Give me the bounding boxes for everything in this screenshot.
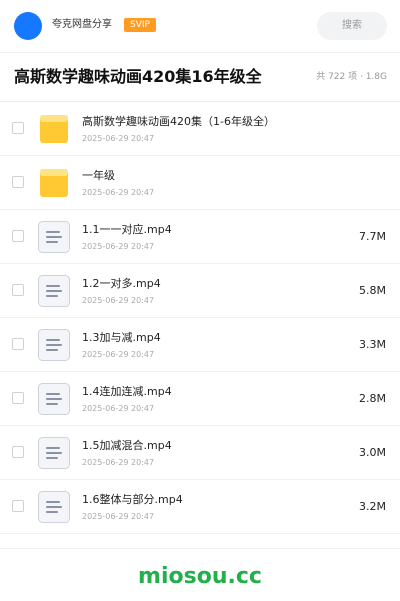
file-date: 2025-06-29 20:47 bbox=[82, 512, 155, 521]
share-name: 夸克网盘分享 bbox=[52, 19, 112, 30]
file-name: 一年级 bbox=[82, 169, 115, 182]
file-size: 2.8M bbox=[359, 392, 386, 405]
video-file-icon bbox=[38, 437, 70, 469]
search-button[interactable]: 搜索 bbox=[317, 12, 387, 40]
list-item[interactable]: 高斯数学趣味动画420集（1-6年级全） 2025-06-29 20:47 bbox=[0, 102, 400, 156]
file-date: 2025-06-29 20:47 bbox=[82, 134, 155, 143]
video-file-icon bbox=[38, 383, 70, 415]
file-date: 2025-06-29 20:47 bbox=[82, 296, 155, 305]
row-checkbox[interactable] bbox=[12, 338, 24, 350]
row-checkbox[interactable] bbox=[12, 176, 24, 188]
file-name: 1.4连加连减.mp4 bbox=[82, 385, 172, 398]
footer: miosou.cc bbox=[0, 548, 400, 601]
avatar[interactable] bbox=[14, 12, 42, 40]
header: 夸克网盘分享 SVIP 搜索 bbox=[0, 0, 400, 53]
item-summary: 共 722 项 · 1.8G bbox=[316, 72, 387, 82]
folder-icon bbox=[38, 113, 70, 145]
row-checkbox[interactable] bbox=[12, 122, 24, 134]
list-item[interactable]: 1.3加与减.mp4 2025-06-29 20:47 3.3M bbox=[0, 318, 400, 372]
file-size: 3.0M bbox=[359, 446, 386, 459]
video-file-icon bbox=[38, 329, 70, 361]
video-file-icon bbox=[38, 491, 70, 523]
file-size: 7.7M bbox=[359, 230, 386, 243]
file-name: 1.3加与减.mp4 bbox=[82, 331, 161, 344]
row-checkbox[interactable] bbox=[12, 446, 24, 458]
watermark: miosou.cc bbox=[138, 564, 262, 589]
file-list: 高斯数学趣味动画420集（1-6年级全） 2025-06-29 20:47 一年… bbox=[0, 102, 400, 534]
video-file-icon bbox=[38, 275, 70, 307]
title-bar: 高斯数学趣味动画420集16年级全 共 722 项 · 1.8G bbox=[0, 53, 400, 102]
list-item[interactable]: 1.1一一对应.mp4 2025-06-29 20:47 7.7M bbox=[0, 210, 400, 264]
page-title: 高斯数学趣味动画420集16年级全 bbox=[14, 67, 262, 86]
file-name: 1.6整体与部分.mp4 bbox=[82, 493, 183, 506]
file-size: 3.3M bbox=[359, 338, 386, 351]
file-name: 1.5加减混合.mp4 bbox=[82, 439, 172, 452]
file-name: 1.2一对多.mp4 bbox=[82, 277, 161, 290]
file-date: 2025-06-29 20:47 bbox=[82, 242, 155, 251]
file-name: 1.1一一对应.mp4 bbox=[82, 223, 172, 236]
file-size: 5.8M bbox=[359, 284, 386, 297]
list-item[interactable]: 1.2一对多.mp4 2025-06-29 20:47 5.8M bbox=[0, 264, 400, 318]
file-date: 2025-06-29 20:47 bbox=[82, 458, 155, 467]
folder-icon bbox=[38, 167, 70, 199]
list-item[interactable]: 1.6整体与部分.mp4 2025-06-29 20:47 3.2M bbox=[0, 480, 400, 534]
file-name: 高斯数学趣味动画420集（1-6年级全） bbox=[82, 115, 275, 128]
file-date: 2025-06-29 20:47 bbox=[82, 188, 155, 197]
file-size: 3.2M bbox=[359, 500, 386, 513]
row-checkbox[interactable] bbox=[12, 392, 24, 404]
file-date: 2025-06-29 20:47 bbox=[82, 350, 155, 359]
share-page: 夸克网盘分享 SVIP 搜索 高斯数学趣味动画420集16年级全 共 722 项… bbox=[0, 0, 400, 601]
row-checkbox[interactable] bbox=[12, 500, 24, 512]
list-item[interactable]: 1.4连加连减.mp4 2025-06-29 20:47 2.8M bbox=[0, 372, 400, 426]
row-checkbox[interactable] bbox=[12, 284, 24, 296]
video-file-icon bbox=[38, 221, 70, 253]
list-item[interactable]: 一年级 2025-06-29 20:47 bbox=[0, 156, 400, 210]
row-checkbox[interactable] bbox=[12, 230, 24, 242]
svip-badge: SVIP bbox=[124, 18, 156, 32]
file-date: 2025-06-29 20:47 bbox=[82, 404, 155, 413]
list-item[interactable]: 1.5加减混合.mp4 2025-06-29 20:47 3.0M bbox=[0, 426, 400, 480]
